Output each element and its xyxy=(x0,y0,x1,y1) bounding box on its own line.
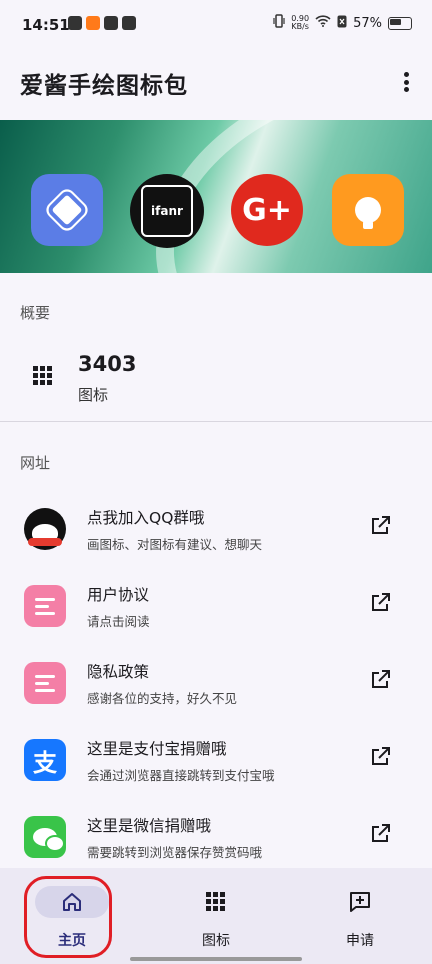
nav-item-icons[interactable]: 图标 xyxy=(144,868,288,964)
links-section-title: 网址 xyxy=(20,454,51,472)
document-icon xyxy=(24,585,66,627)
link-row-user-agreement[interactable]: 用户协议 请点击阅读 xyxy=(0,577,432,647)
more-vert-icon[interactable] xyxy=(396,70,416,94)
vibrate-icon xyxy=(273,14,285,32)
open-in-new-icon[interactable] xyxy=(368,668,392,692)
link-subtitle: 会通过浏览器直接跳转到支付宝哦 xyxy=(87,768,275,783)
highlight-ring xyxy=(24,876,112,958)
link-row-qq[interactable]: 点我加入QQ群哦 画图标、对图标有建议、想聊天 xyxy=(0,500,432,570)
nav-item-request[interactable]: 申请 xyxy=(288,868,432,964)
link-title: 用户协议 xyxy=(87,586,150,604)
wechat-icon xyxy=(24,816,66,858)
open-in-new-icon[interactable] xyxy=(368,514,392,538)
overview-section-title: 概要 xyxy=(20,304,51,322)
grid-icon xyxy=(33,366,52,385)
qq-penguin-icon xyxy=(24,508,66,550)
link-subtitle: 请点击阅读 xyxy=(87,614,150,629)
banner: ifanr G+ xyxy=(0,120,432,273)
lightbulb-icon xyxy=(332,174,404,246)
sim-off-icon xyxy=(337,15,347,32)
link-title: 这里是微信捐赠哦 xyxy=(87,817,212,835)
wifi-icon xyxy=(315,15,331,31)
net-speed: 0.90 KB/s xyxy=(291,14,310,31)
link-subtitle: 感谢各位的支持，好久不见 xyxy=(87,691,238,706)
status-bar: 14:51 0.90 KB/s 57% xyxy=(0,0,432,52)
app-title: 爱酱手绘图标包 xyxy=(20,73,188,99)
notification-icon xyxy=(122,16,136,30)
nav-label: 申请 xyxy=(346,933,374,949)
grid-icon xyxy=(206,892,225,911)
battery-icon xyxy=(388,16,412,30)
battery-text: 57% xyxy=(353,15,382,31)
notification-icon xyxy=(86,16,100,30)
notification-icon xyxy=(68,16,82,30)
status-right: 0.90 KB/s 57% xyxy=(273,14,412,32)
icon-count-label: 图标 xyxy=(78,386,109,404)
alipay-icon: 支 xyxy=(24,739,66,781)
link-row-privacy-policy[interactable]: 隐私政策 感谢各位的支持，好久不见 xyxy=(0,654,432,724)
home-indicator[interactable] xyxy=(130,957,302,961)
google-plus-icon: G+ xyxy=(231,174,303,246)
link-row-alipay[interactable]: 支 这里是支付宝捐赠哦 会通过浏览器直接跳转到支付宝哦 xyxy=(0,731,432,801)
icon-count: 3403 xyxy=(78,352,137,376)
notification-icon xyxy=(104,16,118,30)
open-in-new-icon[interactable] xyxy=(368,745,392,769)
link-subtitle: 需要跳转到浏览器保存赞赏码哦 xyxy=(87,845,263,860)
link-title: 点我加入QQ群哦 xyxy=(87,509,205,527)
status-time: 14:51 xyxy=(22,16,70,34)
ifanr-icon: ifanr xyxy=(130,174,204,248)
link-title: 隐私政策 xyxy=(87,663,150,681)
nav-label: 图标 xyxy=(202,933,230,949)
document-icon xyxy=(24,662,66,704)
open-in-new-icon[interactable] xyxy=(368,591,392,615)
add-comment-icon xyxy=(350,892,370,912)
box-icon xyxy=(31,174,103,246)
notification-icons xyxy=(68,16,136,30)
open-in-new-icon[interactable] xyxy=(368,822,392,846)
link-title: 这里是支付宝捐赠哦 xyxy=(87,740,227,758)
divider xyxy=(0,421,432,422)
link-subtitle: 画图标、对图标有建议、想聊天 xyxy=(87,537,263,552)
